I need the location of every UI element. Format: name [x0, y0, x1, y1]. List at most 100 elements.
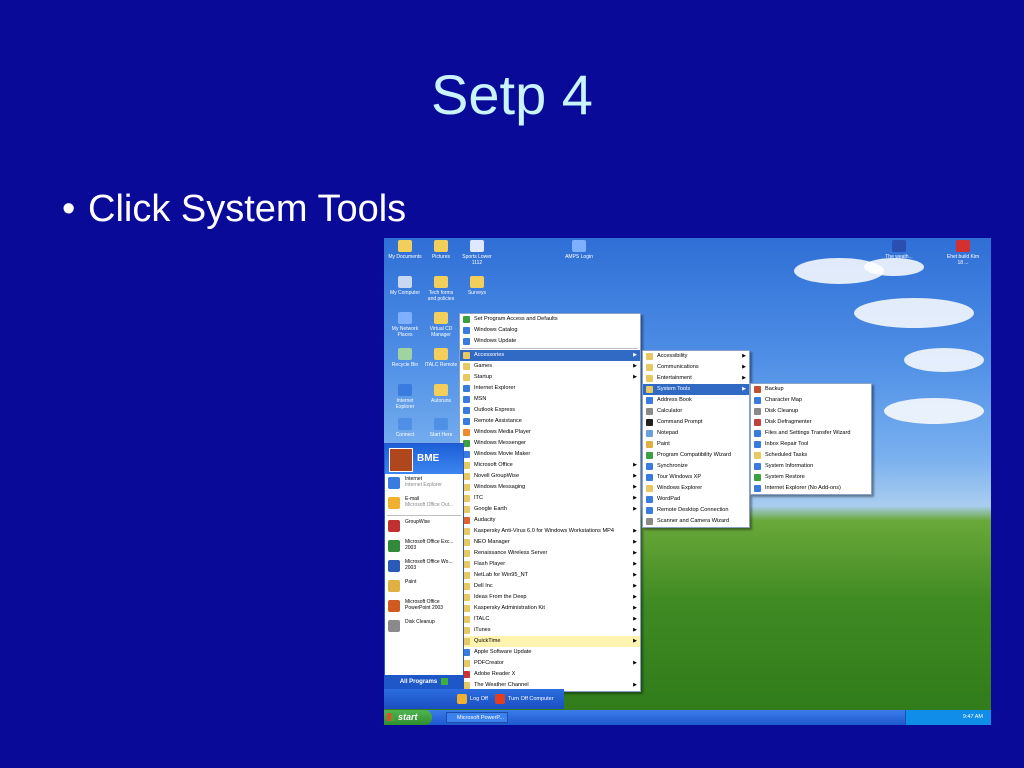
system-tools-item-files-and-settings-transfer-wizard[interactable]: Files and Settings Transfer Wizard: [751, 428, 871, 439]
system-tools-item-character-map[interactable]: Character Map: [751, 395, 871, 406]
turn-off-button[interactable]: Turn Off Computer: [494, 693, 554, 705]
system-tools-item-inbox-repair-tool[interactable]: Inbox Repair Tool: [751, 439, 871, 450]
menu-item-msn[interactable]: MSN: [460, 394, 640, 405]
start-button[interactable]: start: [384, 710, 432, 725]
menu-item-windows-catalog[interactable]: Windows Catalog: [460, 325, 640, 336]
menu-item-outlook-express[interactable]: Outlook Express: [460, 405, 640, 416]
desktop-icon-label: My Network Places: [391, 326, 419, 338]
menu-item-quicktime[interactable]: QuickTime ▶: [460, 636, 640, 647]
desktop-icon-internet-explorer[interactable]: Internet Explorer: [388, 384, 422, 410]
desktop-icon-ehet-build-kim-18[interactable]: Ehet build Kim 18 ...: [946, 240, 980, 266]
accessories-item-paint[interactable]: Paint: [643, 439, 749, 450]
menu-item-kaspersky-anti-virus-6-0-for-windows-workstations-mp4[interactable]: Kaspersky Anti-Virus 6.0 for Windows Wor…: [460, 526, 640, 537]
start-item-paint[interactable]: Paint: [385, 577, 463, 597]
menu-item-google-earth[interactable]: Google Earth ▶: [460, 504, 640, 515]
desktop-icon-recycle-bin[interactable]: Recycle Bin: [388, 348, 422, 368]
start-item-disk-cleanup[interactable]: Disk Cleanup: [385, 617, 463, 637]
accessories-item-accessibility[interactable]: Accessibility ▶: [643, 351, 749, 362]
system-tools-item-disk-cleanup[interactable]: Disk Cleanup: [751, 406, 871, 417]
accessories-item-command-prompt[interactable]: Command Prompt: [643, 417, 749, 428]
menu-item-dell-inc[interactable]: Dell Inc ▶: [460, 581, 640, 592]
menu-item-accessories[interactable]: Accessories ▶: [460, 350, 640, 361]
menu-item-netlab-for-win95-nt[interactable]: NetLab for Win95_NT ▶: [460, 570, 640, 581]
menu-item-ideas-from-the-deep[interactable]: Ideas From the Deep ▶: [460, 592, 640, 603]
menu-item-windows-media-player[interactable]: Windows Media Player: [460, 427, 640, 438]
program-folder-icon: [463, 462, 470, 469]
menu-item-internet-explorer[interactable]: Internet Explorer: [460, 383, 640, 394]
system-tools-item-internet-explorer-no-add-ons[interactable]: Internet Explorer (No Add-ons): [751, 483, 871, 494]
start-item-microsoft-office-wo-2003[interactable]: Microsoft Office Wo... 2003: [385, 557, 463, 577]
menu-item-itc[interactable]: ITC ▶: [460, 493, 640, 504]
accessories-item-address-book[interactable]: Address Book: [643, 395, 749, 406]
log-off-button[interactable]: Log Off: [456, 693, 488, 705]
menu-item-adobe-reader-x[interactable]: Adobe Reader X: [460, 669, 640, 680]
cloud: [904, 348, 984, 372]
accessories-item-calculator[interactable]: Calculator: [643, 406, 749, 417]
accessories-item-wordpad[interactable]: WordPad: [643, 494, 749, 505]
menu-item-label: Command Prompt: [657, 419, 703, 425]
folder-icon: [470, 276, 484, 288]
menu-item-itunes[interactable]: iTunes ▶: [460, 625, 640, 636]
accessories-item-communications[interactable]: Communications ▶: [643, 362, 749, 373]
accessories-item-tour-windows-xp[interactable]: Tour Windows XP: [643, 472, 749, 483]
network-icon: [398, 312, 412, 324]
menu-item-italc[interactable]: ITALC ▶: [460, 614, 640, 625]
menu-item-games[interactable]: Games ▶: [460, 361, 640, 372]
desktop-icon-autoruns[interactable]: Autoruns: [424, 384, 458, 404]
accessories-item-notepad[interactable]: Notepad: [643, 428, 749, 439]
menu-item-windows-messenger[interactable]: Windows Messenger: [460, 438, 640, 449]
system-tools-item-scheduled-tasks[interactable]: Scheduled Tasks: [751, 450, 871, 461]
desktop-icon-start-here[interactable]: Start Here: [424, 418, 458, 438]
menu-item-pdfcreator[interactable]: PDFCreator ▶: [460, 658, 640, 669]
desktop-icon-surveys[interactable]: Surveys: [460, 276, 494, 296]
accessories-item-windows-explorer[interactable]: Windows Explorer: [643, 483, 749, 494]
desktop-icon-label: Internet Explorer: [395, 398, 415, 410]
start-item-microsoft-office-exc-2003[interactable]: Microsoft Office Exc... 2003: [385, 537, 463, 557]
menu-item-startup[interactable]: Startup ▶: [460, 372, 640, 383]
desktop-icon-pictures[interactable]: Pictures: [424, 240, 458, 260]
menu-item-apple-software-update[interactable]: Apple Software Update: [460, 647, 640, 658]
desktop-icon-tech-forms-and-policies[interactable]: Tech forms and policies: [424, 276, 458, 302]
desktop-icon-virtual-cd-manager[interactable]: Virtual CD Manager: [424, 312, 458, 338]
desktop-icon-sports-lower-1112[interactable]: Sports Lower 1112: [460, 240, 494, 266]
accessories-item-synchronize[interactable]: Synchronize: [643, 461, 749, 472]
system-tools-item-disk-defragmenter[interactable]: Disk Defragmenter: [751, 417, 871, 428]
accessories-item-entertainment[interactable]: Entertainment ▶: [643, 373, 749, 384]
desktop-icon-connect[interactable]: Connect: [388, 418, 422, 438]
desktop-icon-my-computer[interactable]: My Computer: [388, 276, 422, 296]
menu-item-neo-manager[interactable]: NEO Manager ▶: [460, 537, 640, 548]
menu-item-renaissance-wireless-server[interactable]: Renaissance Wireless Server ▶: [460, 548, 640, 559]
menu-item-windows-movie-maker[interactable]: Windows Movie Maker: [460, 449, 640, 460]
desktop-icon-my-network-places[interactable]: My Network Places: [388, 312, 422, 338]
menu-item-set-program-access-and-defaults[interactable]: Set Program Access and Defaults: [460, 314, 640, 325]
desktop-icon-the-weath[interactable]: The weath...: [882, 240, 916, 260]
system-tools-item-system-information[interactable]: System Information: [751, 461, 871, 472]
accessories-item-program-compatibility-wizard[interactable]: Program Compatibility Wizard: [643, 450, 749, 461]
desktop-icon-italc-remote[interactable]: ITALC Remote: [424, 348, 458, 368]
menu-item-windows-messaging[interactable]: Windows Messaging ▶: [460, 482, 640, 493]
menu-item-kaspersky-administration-kit[interactable]: Kaspersky Administration Kit ▶: [460, 603, 640, 614]
menu-item-remote-assistance[interactable]: Remote Assistance: [460, 416, 640, 427]
taskbar-item-powerpoint[interactable]: Microsoft PowerP...: [446, 712, 508, 723]
menu-item-label: Entertainment: [657, 375, 692, 381]
menu-item-novell-groupwise[interactable]: Novell GroupWise ▶: [460, 471, 640, 482]
accessories-item-scanner-and-camera-wizard[interactable]: Scanner and Camera Wizard: [643, 516, 749, 527]
desktop-icon-amps-login[interactable]: AMPS Login: [562, 240, 596, 260]
accessories-item-remote-desktop-connection[interactable]: Remote Desktop Connection: [643, 505, 749, 516]
desktop-icon-my-documents[interactable]: My Documents: [388, 240, 422, 260]
menu-item-label: Kaspersky Anti-Virus 6.0 for Windows Wor…: [474, 528, 614, 534]
menu-item-windows-update[interactable]: Windows Update: [460, 336, 640, 347]
menu-item-audacity[interactable]: Audacity: [460, 515, 640, 526]
menu-item-microsoft-office[interactable]: Microsoft Office ▶: [460, 460, 640, 471]
start-item-groupwise[interactable]: GroupWise: [385, 517, 463, 537]
program-icon: [646, 474, 653, 481]
accessories-item-system-tools[interactable]: System Tools ▶: [643, 384, 749, 395]
system-tools-item-system-restore[interactable]: System Restore: [751, 472, 871, 483]
start-item-internet[interactable]: Internet Internet Explorer: [385, 474, 463, 494]
start-item-e-mail[interactable]: E-mail Microsoft Office Out...: [385, 494, 463, 514]
menu-item-label: Internet Explorer (No Add-ons): [765, 485, 841, 491]
all-programs-button[interactable]: All Programs: [384, 675, 464, 689]
system-tools-item-backup[interactable]: Backup: [751, 384, 871, 395]
start-item-microsoft-office-powerpoint-2003[interactable]: Microsoft Office PowerPoint 2003: [385, 597, 463, 617]
menu-item-flash-player[interactable]: Flash Player ▶: [460, 559, 640, 570]
